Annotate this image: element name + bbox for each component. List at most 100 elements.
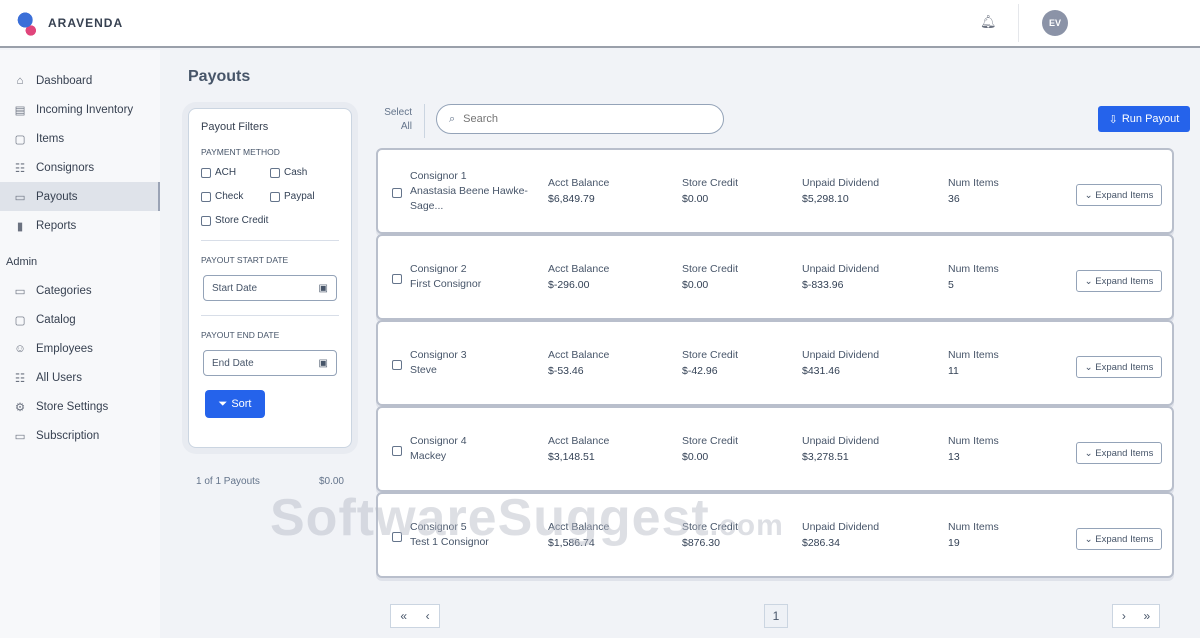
- sort-button[interactable]: ⏷ Sort: [205, 390, 265, 418]
- filters-title: Payout Filters: [201, 121, 269, 133]
- payment-method-label: Payment Method: [201, 147, 280, 157]
- logo-mark-icon: [14, 8, 42, 38]
- divider: [1018, 4, 1019, 42]
- balance-cell: Acct Balance $6,849.79: [548, 177, 610, 205]
- search-input[interactable]: [463, 113, 684, 125]
- search-icon: ⌕: [449, 112, 456, 125]
- start-date-input[interactable]: Start Date ▣: [203, 275, 337, 301]
- consignor-row: Consignor 3 Steve Acct Balance $-53.46 Stor…: [376, 320, 1174, 406]
- credit-cell: Store Credit $0.00: [682, 263, 739, 291]
- divider: [424, 104, 425, 138]
- nav-icon: ☺: [14, 342, 26, 355]
- sidebar-item-subscription[interactable]: ▭ Subscription: [0, 421, 160, 450]
- row-checkbox[interactable]: [392, 274, 402, 284]
- sidebar-item-employees[interactable]: ☺ Employees: [0, 334, 160, 363]
- sidebar-item-items[interactable]: ▢ Items: [0, 124, 160, 153]
- consignor-name[interactable]: Consignor 3 Steve: [410, 348, 540, 378]
- last-page-button[interactable]: »: [1143, 609, 1150, 623]
- logo[interactable]: ARAVENDA: [14, 8, 123, 38]
- sidebar-item-label: Store Settings: [36, 400, 109, 413]
- sidebar-item-all-users[interactable]: ☷ All Users: [0, 363, 160, 392]
- dividend-cell: Unpaid Dividend $-833.96: [802, 263, 880, 291]
- sidebar-item-label: Categories: [36, 284, 92, 297]
- items-cell: Num Items 11: [948, 349, 999, 377]
- search-box[interactable]: ⌕: [436, 104, 724, 134]
- method-ach-checkbox[interactable]: ACH: [201, 167, 270, 178]
- method-paypal-checkbox[interactable]: Paypal: [270, 191, 339, 202]
- items-cell: Num Items 5: [948, 263, 999, 291]
- sidebar-item-incoming-inventory[interactable]: ▤ Incoming Inventory: [0, 95, 160, 124]
- payouts-summary: 1 of 1 Payouts $0.00: [196, 476, 344, 487]
- row-checkbox[interactable]: [392, 188, 402, 198]
- end-date-label: Payout End Date: [201, 330, 280, 340]
- bell-icon[interactable]: 🔔︎: [980, 14, 997, 30]
- consignor-name[interactable]: Consignor 5 Test 1 Consignor: [410, 520, 540, 550]
- first-page-button[interactable]: «: [400, 609, 407, 623]
- sidebar-item-label: Reports: [36, 219, 77, 232]
- expand-items-button[interactable]: ⌄ Expand Items: [1076, 442, 1162, 464]
- sidebar-item-label: Subscription: [36, 429, 100, 442]
- nav-icon: ▤: [14, 104, 26, 117]
- balance-cell: Acct Balance $-296.00: [548, 263, 610, 291]
- calendar-icon[interactable]: ▣: [319, 283, 328, 294]
- expand-items-button[interactable]: ⌄ Expand Items: [1076, 528, 1162, 550]
- avatar[interactable]: EV: [1042, 10, 1068, 36]
- nav-icon: ▭: [14, 191, 26, 204]
- nav-icon: ▭: [14, 285, 26, 298]
- consignor-row: Consignor 2 First Consignor Acct Balance $…: [376, 234, 1174, 320]
- sidebar-item-categories[interactable]: ▭ Categories: [0, 276, 160, 305]
- consignor-row: Consignor 5 Test 1 Consignor Acct Balance…: [376, 492, 1174, 578]
- nav-icon: ▭: [14, 430, 26, 443]
- nav-icon: ▢: [14, 314, 26, 327]
- method-check-checkbox[interactable]: Check: [201, 191, 270, 202]
- sidebar-item-consignors[interactable]: ☷ Consignors: [0, 153, 160, 182]
- sidebar-item-label: Payouts: [36, 190, 78, 203]
- consignor-row: Consignor 4 Mackey Acct Balance $3,148.51 S…: [376, 406, 1174, 492]
- sidebar-item-dashboard[interactable]: ⌂ Dashboard: [0, 66, 160, 95]
- row-checkbox[interactable]: [392, 532, 402, 542]
- select-all-label[interactable]: Select All: [382, 106, 412, 134]
- credit-cell: Store Credit $876.30: [682, 521, 739, 549]
- sidebar-item-label: Items: [36, 132, 65, 145]
- items-cell: Num Items 36: [948, 177, 999, 205]
- sidebar-item-catalog[interactable]: ▢ Catalog: [0, 305, 160, 334]
- balance-cell: Acct Balance $-53.46: [548, 349, 610, 377]
- credit-cell: Store Credit $0.00: [682, 435, 739, 463]
- start-date-label: Payout Start Date: [201, 255, 289, 265]
- admin-section-label: Admin: [6, 256, 38, 268]
- brand-name: ARAVENDA: [48, 16, 124, 30]
- nav-icon: ⌂: [16, 74, 24, 87]
- sidebar-item-store-settings[interactable]: ⚙ Store Settings: [0, 392, 160, 421]
- consignor-list: Consignor 1 Anastasia Beene Hawke-Sage...…: [376, 148, 1174, 578]
- sidebar-item-reports[interactable]: ▮ Reports: [0, 211, 160, 240]
- top-bar: ARAVENDA 🔔︎ EV: [0, 0, 1200, 48]
- method-store-credit-checkbox[interactable]: Store Credit: [201, 215, 270, 226]
- run-payout-button[interactable]: ⇩ Run Payout: [1098, 106, 1190, 132]
- nav-icon: ▮: [16, 220, 24, 233]
- row-checkbox[interactable]: [392, 446, 402, 456]
- items-cell: Num Items 13: [948, 435, 999, 463]
- consignor-name[interactable]: Consignor 1 Anastasia Beene Hawke-Sage...: [410, 169, 540, 214]
- balance-cell: Acct Balance $3,148.51: [548, 435, 610, 463]
- items-cell: Num Items 19: [948, 521, 999, 549]
- expand-items-button[interactable]: ⌄ Expand Items: [1076, 356, 1162, 378]
- sidebar-item-payouts[interactable]: ▭ Payouts: [0, 182, 160, 211]
- dividend-cell: Unpaid Dividend $5,298.10: [802, 177, 880, 205]
- sidebar-item-label: Catalog: [36, 313, 76, 326]
- method-cash-checkbox[interactable]: Cash: [270, 167, 339, 178]
- sidebar-item-label: Employees: [36, 342, 93, 355]
- end-date-input[interactable]: End Date ▣: [203, 350, 337, 376]
- expand-items-button[interactable]: ⌄ Expand Items: [1076, 270, 1162, 292]
- prev-page-button[interactable]: ‹: [426, 609, 430, 623]
- pager-next-group: ›»: [1112, 604, 1160, 628]
- page-1-button[interactable]: 1: [764, 604, 788, 628]
- row-checkbox[interactable]: [392, 360, 402, 370]
- next-page-button[interactable]: ›: [1122, 609, 1126, 623]
- calendar-icon[interactable]: ▣: [319, 358, 328, 369]
- consignor-name[interactable]: Consignor 4 Mackey: [410, 434, 540, 464]
- consignor-name[interactable]: Consignor 2 First Consignor: [410, 262, 540, 292]
- consignor-row: Consignor 1 Anastasia Beene Hawke-Sage...…: [376, 148, 1174, 234]
- credit-cell: Store Credit $0.00: [682, 177, 739, 205]
- expand-items-button[interactable]: ⌄ Expand Items: [1076, 184, 1162, 206]
- sidebar-item-label: Incoming Inventory: [36, 103, 134, 116]
